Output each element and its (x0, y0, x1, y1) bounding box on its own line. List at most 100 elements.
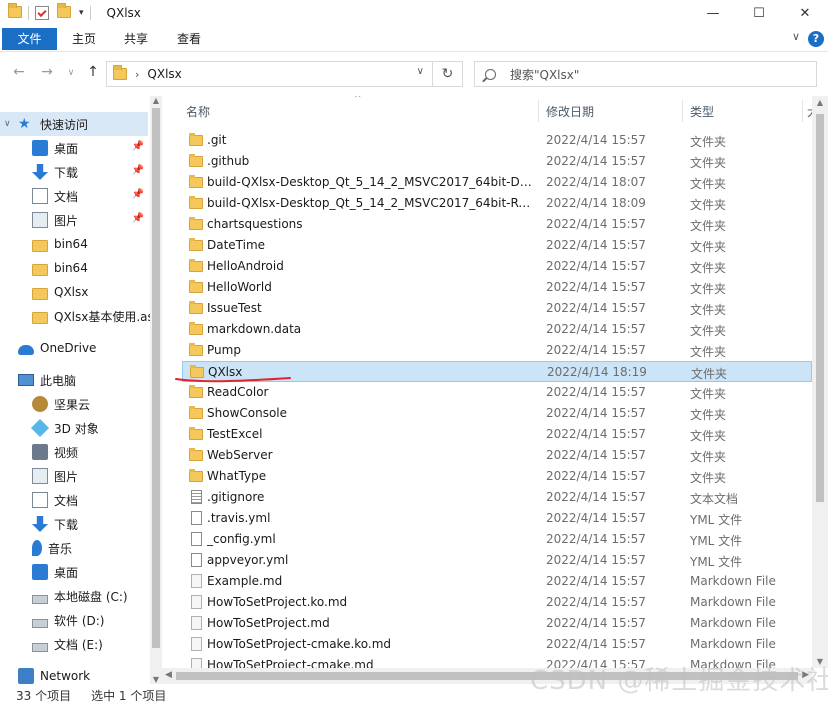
sidebar-item-music[interactable]: 音乐 (0, 536, 148, 560)
column-divider[interactable] (802, 100, 803, 122)
table-row[interactable]: build-QXlsx-Desktop_Qt_5_14_2_MSVC2017_6… (182, 172, 812, 193)
table-row[interactable]: DateTime 2022/4/14 15:57 文件夹 (182, 235, 812, 256)
new-folder-icon[interactable] (57, 3, 71, 20)
sidebar-item-label: 快速访问 (40, 117, 89, 132)
scroll-down-arrow[interactable]: ▼ (150, 675, 162, 684)
sidebar-item-qxlsx-usage[interactable]: QXlsx基本使用.as (0, 304, 154, 328)
recent-locations-button[interactable]: ∨ (62, 68, 80, 78)
tab-view[interactable]: 查看 (167, 28, 211, 50)
sidebar-item-pictures[interactable]: 图片 📌 (0, 208, 148, 232)
ribbon: 文件 主页 共享 查看 ∨ ? (0, 26, 828, 52)
file-type: 文件夹 (690, 219, 727, 233)
folder-icon (189, 427, 203, 440)
file-name: DateTime (207, 238, 266, 252)
chevron-right-icon[interactable]: › (4, 343, 14, 353)
expand-ribbon-button[interactable]: ∨ (792, 30, 800, 43)
table-row[interactable]: TestExcel 2022/4/14 15:57 文件夹 (182, 424, 812, 445)
sidebar-item-documents[interactable]: 文档 (0, 488, 148, 512)
sidebar-item-bin64[interactable]: bin64 (0, 232, 148, 256)
sidebar-item-desktop[interactable]: 桌面 📌 (0, 136, 148, 160)
table-row[interactable]: HelloAndroid 2022/4/14 15:57 文件夹 (182, 256, 812, 277)
chevron-right-icon[interactable]: › (4, 671, 14, 681)
sidebar-item-videos[interactable]: 视频 (0, 440, 148, 464)
sidebar-item-desktop[interactable]: 桌面 (0, 560, 148, 584)
table-row[interactable]: appveyor.yml 2022/4/14 15:57 YML 文件 (182, 550, 812, 571)
table-row[interactable]: ShowConsole 2022/4/14 15:57 文件夹 (182, 403, 812, 424)
sidebar-item-downloads[interactable]: 下载 (0, 512, 148, 536)
scroll-left-arrow[interactable]: ◀ (165, 670, 172, 680)
column-divider[interactable] (538, 100, 539, 122)
address-bar[interactable]: › QXlsx ∨ (106, 61, 433, 87)
sidebar-item-drive-e[interactable]: 文档 (E:) (0, 632, 148, 656)
scrollbar-thumb[interactable] (816, 114, 824, 502)
sidebar-item-nutstore[interactable]: 坚果云 (0, 392, 148, 416)
table-row[interactable]: .gitignore 2022/4/14 15:57 文本文档 (182, 487, 812, 508)
sidebar-item-onedrive[interactable]: › OneDrive (0, 336, 148, 360)
column-name[interactable]: 名称 (186, 103, 210, 120)
customize-toolbar-icon[interactable]: ▾ (79, 8, 84, 18)
table-row[interactable]: WebServer 2022/4/14 15:57 文件夹 (182, 445, 812, 466)
tab-home[interactable]: 主页 (62, 28, 106, 50)
maximize-button[interactable]: ☐ (736, 0, 782, 26)
column-type[interactable]: 类型 (690, 103, 714, 120)
table-row[interactable]: .github 2022/4/14 15:57 文件夹 (182, 151, 812, 172)
forward-button[interactable]: → (38, 64, 56, 80)
sidebar-item-network[interactable]: › Network (0, 664, 148, 684)
breadcrumb-qxlsx[interactable]: QXlsx (147, 67, 181, 81)
chevron-down-icon[interactable]: ∨ (4, 375, 14, 385)
network-icon (18, 668, 34, 684)
tab-share[interactable]: 共享 (114, 28, 158, 50)
chevron-down-icon[interactable]: ∨ (4, 119, 14, 129)
pin-icon[interactable]: 📌 (132, 165, 144, 176)
sidebar-item-this-pc[interactable]: ∨ 此电脑 (0, 368, 148, 392)
close-button[interactable]: ✕ (782, 0, 828, 26)
scrollbar-thumb[interactable] (152, 108, 160, 648)
properties-icon[interactable] (35, 6, 49, 20)
sidebar-item-downloads[interactable]: 下载 📌 (0, 160, 148, 184)
pin-icon[interactable]: 📌 (132, 213, 144, 224)
tab-file[interactable]: 文件 (2, 28, 57, 50)
address-dropdown[interactable]: ∨ (417, 66, 424, 77)
table-row[interactable]: HelloWorld 2022/4/14 15:57 文件夹 (182, 277, 812, 298)
table-row[interactable]: Pump 2022/4/14 15:57 文件夹 (182, 340, 812, 361)
table-row[interactable]: .git 2022/4/14 15:57 文件夹 (182, 130, 812, 151)
picture-icon (32, 468, 48, 484)
sidebar-item-quick-access[interactable]: ∨ ★ 快速访问 (0, 112, 148, 136)
vertical-scrollbar[interactable]: ▲ ▼ (812, 96, 828, 668)
table-row[interactable]: HowToSetProject-cmake.ko.md 2022/4/14 15:… (182, 634, 812, 655)
pin-icon[interactable]: 📌 (132, 141, 144, 152)
sidebar-item-drive-d[interactable]: 软件 (D:) (0, 608, 148, 632)
scroll-up-arrow[interactable]: ▲ (150, 96, 162, 105)
search-box[interactable]: 搜索"QXlsx" (474, 61, 817, 87)
table-row[interactable]: IssueTest 2022/4/14 15:57 文件夹 (182, 298, 812, 319)
column-modified[interactable]: 修改日期 (546, 103, 594, 120)
folder-icon (189, 385, 203, 398)
refresh-button[interactable]: ↻ (433, 61, 463, 87)
table-row[interactable]: HowToSetProject.md 2022/4/14 15:57 Markdow… (182, 613, 812, 634)
table-row[interactable]: _config.yml 2022/4/14 15:57 YML 文件 (182, 529, 812, 550)
table-row[interactable]: chartsquestions 2022/4/14 15:57 文件夹 (182, 214, 812, 235)
minimize-button[interactable]: — (690, 0, 736, 26)
sidebar-item-label: 图片 (54, 213, 79, 228)
column-divider[interactable] (682, 100, 683, 122)
pin-icon[interactable]: 📌 (132, 189, 144, 200)
table-row[interactable]: build-QXlsx-Desktop_Qt_5_14_2_MSVC2017_6… (182, 193, 812, 214)
sidebar-item-documents[interactable]: 文档 📌 (0, 184, 148, 208)
table-row[interactable]: HowToSetProject.ko.md 2022/4/14 15:57 Mark… (182, 592, 812, 613)
sidebar-scrollbar[interactable]: ▲ ▼ (150, 96, 162, 684)
sidebar-item-qxlsx[interactable]: QXlsx (0, 280, 148, 304)
sidebar-item-3d-objects[interactable]: 3D 对象 (0, 416, 148, 440)
up-button[interactable]: ↑ (84, 64, 102, 80)
help-icon[interactable]: ? (808, 31, 824, 47)
file-date: 2022/4/14 15:57 (546, 217, 646, 231)
sidebar-item-pictures[interactable]: 图片 (0, 464, 148, 488)
table-row[interactable]: markdown.data 2022/4/14 15:57 文件夹 (182, 319, 812, 340)
table-row[interactable]: .travis.yml 2022/4/14 15:57 YML 文件 (182, 508, 812, 529)
back-button[interactable]: ← (10, 64, 28, 80)
sidebar-item-drive-c[interactable]: 本地磁盘 (C:) (0, 584, 148, 608)
table-row[interactable]: Example.md 2022/4/14 15:57 Markdown File (182, 571, 812, 592)
scroll-up-arrow[interactable]: ▲ (812, 98, 828, 107)
search-input[interactable]: 搜索"QXlsx" (510, 66, 579, 83)
sidebar-item-bin64[interactable]: bin64 (0, 256, 148, 280)
table-row[interactable]: WhatType 2022/4/14 15:57 文件夹 (182, 466, 812, 487)
